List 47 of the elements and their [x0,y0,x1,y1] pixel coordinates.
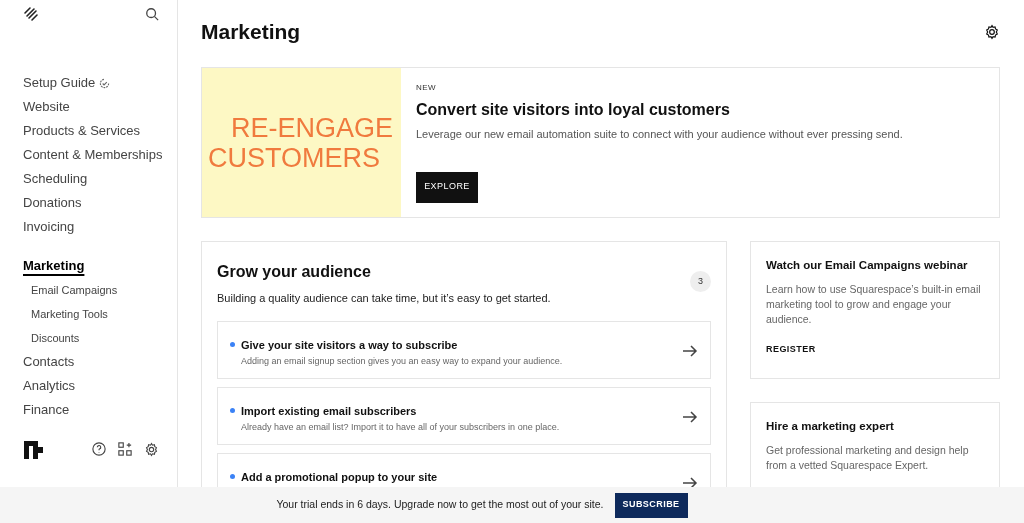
task-description: Adding an email signup section gives you an easy way to expand your audience. [241,355,564,368]
search-icon[interactable] [145,7,159,21]
sidebar-item[interactable]: Content & Memberships [23,143,163,167]
task-title: Add a promotional popup to your site [241,469,439,485]
card-title: Hire a marketing expert [766,419,895,434]
arrow-right-icon [682,342,698,359]
promo-text: Leverage our new email automation suite to connect with your audience without ever pressing send. [416,127,903,142]
sidebar-item[interactable]: Email Campaigns [23,278,118,302]
count-badge: 3 [690,271,711,292]
sidebar-item[interactable]: Marketing Tools [23,302,108,326]
section-title: Grow your audience [217,262,372,282]
arrow-right-icon [682,408,698,425]
logo-icon[interactable] [23,6,39,22]
task-description: Already have an email list? Import it to have all of your subscribers in one place. [241,421,561,434]
sidebar-item[interactable]: Invoicing [23,215,75,239]
sidebar-item[interactable]: Products & Services [23,119,141,143]
sidebar-item[interactable]: Website [23,95,70,119]
settings-icon[interactable] [984,24,1000,40]
sidebar-item[interactable]: Finance [23,398,70,422]
task-title: Import existing email subscribers [241,403,418,419]
task-card[interactable]: Give your site visitors a way to subscribe Adding an email signup section gives you an easy way to expand your audience. [217,320,711,379]
sidebar-item[interactable]: Analytics [23,374,76,398]
sidebar-item[interactable]: Marketing [23,254,85,278]
card-text: Get professional marketing and design help from a vetted Squarespace Expert. [766,443,970,474]
banner-text: CUSTOMERS [207,142,381,173]
card-text: Learn how to use Squarespace’s built-in email marketing tool to grow and engage your audience. [766,282,982,328]
explore-button[interactable]: EXPLORE [416,171,478,203]
subscribe-button[interactable]: SUBSCRIBE [614,492,688,518]
eyebrow-label: NEW [416,82,437,94]
card-title: Watch our Email Campaigns webinar [766,258,969,273]
banner-text: RE-ENGAGE [230,112,393,143]
sidebar-item[interactable]: Contacts [23,350,75,374]
sidebar-item[interactable]: Setup Guide [23,71,96,95]
page-title: Marketing [201,19,301,46]
add-apps-icon[interactable] [118,442,132,456]
register-link[interactable]: REGISTER [766,343,984,357]
sidebar-item[interactable]: Donations [23,191,82,215]
settings-icon[interactable] [144,441,159,457]
sidebar-item[interactable]: Scheduling [23,167,88,191]
trial-message: Your trial ends in 6 days. Upgrade now to get the most out of your site. [276,497,604,513]
task-title: Give your site visitors a way to subscribe [241,337,459,353]
section-subtitle: Building a quality audience can take time, but it’s easy to get started. [217,291,551,306]
arrow-right-icon [682,474,698,487]
task-card[interactable]: Import existing email subscribers Already have an email list? Import it to have all of your subscribers in one place. [217,386,711,445]
sidebar-item[interactable]: Discounts [23,326,80,350]
help-icon[interactable] [92,442,106,456]
promo-title: Convert site visitors into loyal customers [416,100,731,120]
